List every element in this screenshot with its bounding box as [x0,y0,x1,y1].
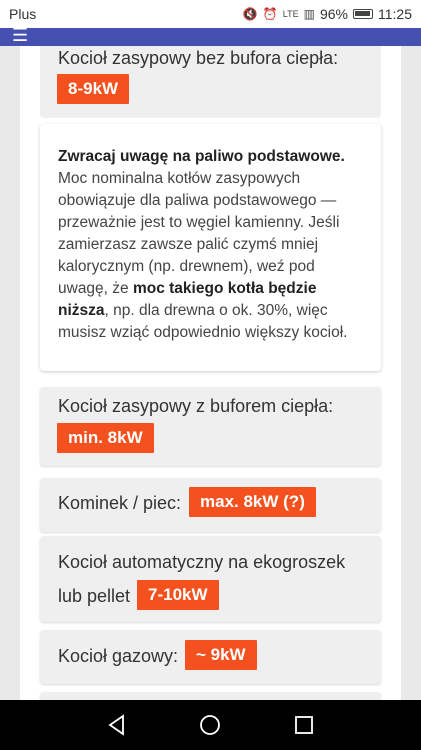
battery-icon [353,9,373,19]
home-icon[interactable] [199,714,221,736]
fuel-note-card: Zwracaj uwagę na paliwo podstawowe. Moc … [40,124,381,371]
status-bar: Plus 🔇 ⏰ LTE ▥ 96% 11:25 [0,0,421,28]
card-title: Kocioł zasypowy z buforem ciepła: [58,396,334,416]
card-boiler-no-buffer: Kocioł zasypowy bez bufora ciepła: 8-9kW [40,46,381,118]
network-type: LTE [282,9,299,19]
card-automatic-boiler: Kocioł automatyczny na ekogroszek lub pe… [40,536,381,622]
card-fireplace: Kominek / piec: max. 8kW (?) [40,478,381,532]
card-title: Kominek / piec: [58,493,182,513]
power-badge: 7-10kW [137,580,219,610]
carrier-label: Plus [9,6,37,22]
card-boiler-buffer: Kocioł zasypowy z buforem ciepła: min. 8… [40,387,381,466]
card-title-line2: lub pellet [58,586,131,606]
recent-apps-icon[interactable] [293,714,315,736]
power-badge: ~ 9kW [185,640,257,670]
card-gas-boiler: Kocioł gazowy: ~ 9kW [40,630,381,684]
card-next [40,692,381,700]
power-badge: 8-9kW [57,74,130,104]
menu-icon[interactable]: ☰ [12,26,28,44]
power-badge: min. 8kW [57,423,154,453]
alarm-icon: ⏰ [262,7,278,21]
page-content[interactable]: Kocioł zasypowy bez bufora ciepła: 8-9kW… [0,46,421,700]
note-heading: Zwracaj uwagę na paliwo podstawowe. [58,148,345,165]
clock: 11:25 [378,6,412,22]
status-icons: 🔇 ⏰ LTE ▥ 96% 11:25 [243,6,412,22]
card-title: Kocioł gazowy: [58,646,179,666]
power-badge: max. 8kW (?) [189,487,316,517]
app-bar: ☰ [0,26,421,46]
signal-icon: ▥ [303,7,315,21]
mute-icon: 🔇 [242,7,258,21]
battery-percent: 96% [319,6,348,22]
card-title-line1: Kocioł automatyczny na ekogroszek [58,552,346,572]
note-text-1: Moc nominalna kotłów zasypowych obowiązu… [58,170,340,297]
card-title: Kocioł zasypowy bez bufora ciepła: [58,48,339,68]
navigation-bar [0,700,421,750]
back-icon[interactable] [106,714,128,736]
